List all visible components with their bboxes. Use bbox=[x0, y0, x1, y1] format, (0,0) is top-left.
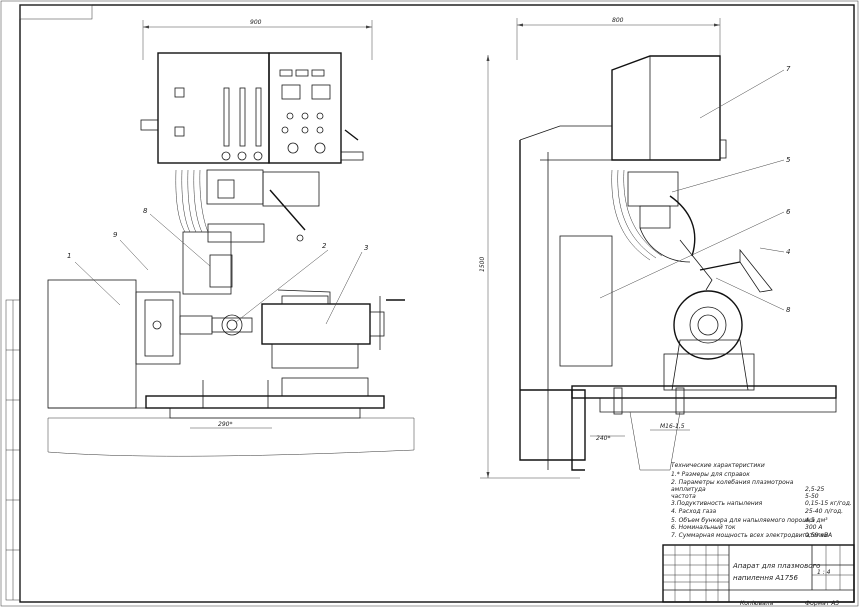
spec-value: 300 А bbox=[805, 524, 822, 531]
drawing-sheet: 1 9 8 2 3 900 290* 7 5 6 4 8 800 1500 24… bbox=[0, 0, 859, 607]
spec-label: 1.* Размеры для справок bbox=[671, 471, 750, 478]
dim-label-240: 240* bbox=[596, 435, 610, 442]
dim-label-290: 290* bbox=[218, 421, 232, 428]
workpiece-side bbox=[663, 290, 755, 391]
tailstock bbox=[261, 289, 405, 397]
control-cabinet bbox=[140, 52, 364, 164]
corner-stamp bbox=[19, 4, 93, 20]
spec-label: 4. Расход газа bbox=[671, 508, 717, 515]
cabinet-side bbox=[611, 55, 727, 161]
title-line-2: напилення А1756 bbox=[733, 574, 799, 582]
spec-value: 25-40 л/год. bbox=[805, 508, 843, 515]
sheet-scale: 1 : 4 bbox=[817, 569, 831, 576]
title-line-1: Апарат для плазмового bbox=[732, 562, 820, 570]
spec-value: 0,15-15 кг/год. bbox=[805, 500, 852, 507]
spec-label: частота bbox=[671, 493, 696, 500]
side-base bbox=[571, 385, 837, 471]
left-margin-strips bbox=[5, 299, 21, 601]
callout-3: 3 bbox=[364, 244, 368, 252]
specs-lines: 1.* Размеры для справок2. Параметры коле… bbox=[671, 471, 852, 539]
outer-border bbox=[0, 0, 859, 607]
format-label: Формат А3 bbox=[805, 600, 839, 607]
dim-right-width bbox=[516, 18, 721, 60]
copied-by: Копіювала bbox=[740, 600, 774, 607]
callout-8-right: 8 bbox=[786, 306, 791, 314]
callout-5: 5 bbox=[786, 156, 791, 164]
dim-label-900-left: 900 bbox=[250, 19, 262, 26]
spec-label: амплитуда bbox=[671, 486, 706, 493]
callout-1: 1 bbox=[67, 252, 71, 260]
dim-label-bolt: M16-1,5 bbox=[660, 423, 685, 430]
oscillator-block bbox=[175, 169, 320, 295]
side-frame bbox=[519, 125, 613, 471]
plasmatron bbox=[611, 169, 773, 293]
dim-label-800: 800 bbox=[612, 17, 624, 24]
spec-label: 2. Параметры колебания плазмотрона bbox=[671, 479, 794, 486]
callout-7: 7 bbox=[786, 65, 791, 73]
callout-9: 9 bbox=[113, 231, 118, 239]
dim-height bbox=[480, 55, 580, 479]
dim-label-1500: 1500 bbox=[479, 257, 486, 272]
specs-block: Технические характеристики 1.* Размеры д… bbox=[671, 462, 852, 539]
callout-6: 6 bbox=[786, 208, 791, 216]
specs-heading: Технические характеристики bbox=[671, 462, 765, 469]
callout-8-left: 8 bbox=[143, 207, 148, 215]
spec-label: 6. Номинальный ток bbox=[671, 524, 736, 531]
spec-value: 0,59 кВА bbox=[805, 532, 832, 539]
spec-value: 4,5 дм³ bbox=[805, 517, 828, 524]
spec-value: 5-50 bbox=[805, 493, 819, 500]
spec-value: 2,5-25 bbox=[805, 486, 825, 493]
technical-drawing: 1 9 8 2 3 900 290* 7 5 6 4 8 800 1500 24… bbox=[0, 0, 859, 607]
leaders-right bbox=[599, 69, 785, 311]
spec-label: 3.Подуктивность напыления bbox=[671, 500, 763, 507]
callout-4: 4 bbox=[786, 248, 790, 256]
leaders-left bbox=[74, 213, 363, 325]
machine-base bbox=[47, 380, 415, 457]
spec-label: 5. Объем бункера для напыляемого порошка bbox=[671, 517, 815, 524]
dim-left-width bbox=[142, 20, 373, 60]
headstock bbox=[47, 279, 253, 409]
callout-2: 2 bbox=[322, 242, 327, 250]
